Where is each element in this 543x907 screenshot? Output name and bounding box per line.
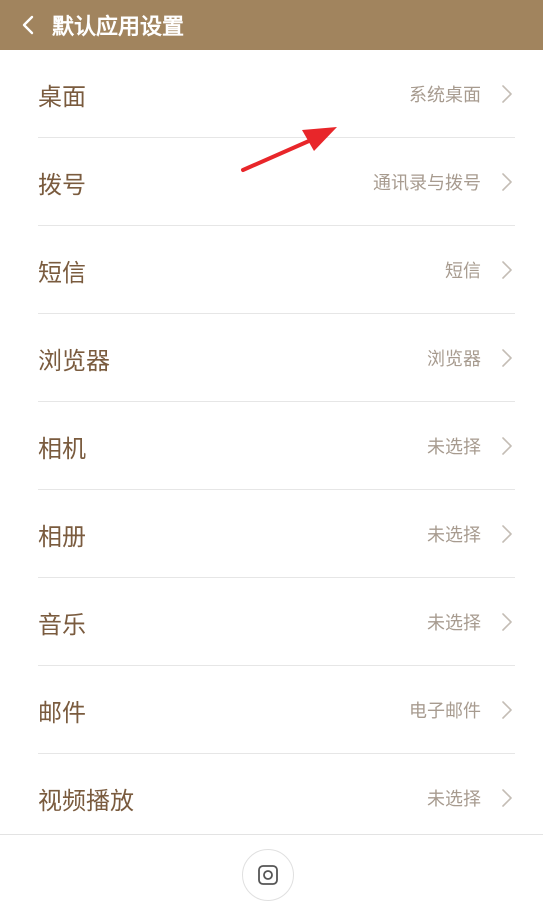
row-value: 浏览器 [427, 349, 481, 370]
chevron-right-icon [501, 84, 513, 104]
row-video-player[interactable]: 视频播放 未选择 [0, 754, 543, 842]
chevron-right-icon [501, 436, 513, 456]
row-label: 相机 [38, 434, 86, 463]
row-value: 电子邮件 [409, 701, 481, 722]
home-square-icon [258, 865, 278, 885]
row-dialer[interactable]: 拨号 通讯录与拨号 [0, 138, 543, 226]
chevron-right-icon [501, 172, 513, 192]
chevron-right-icon [501, 788, 513, 808]
header-bar: 默认应用设置 [0, 0, 543, 50]
row-music[interactable]: 音乐 未选择 [0, 578, 543, 666]
row-value: 系统桌面 [409, 85, 481, 106]
row-value: 短信 [445, 261, 481, 282]
row-value: 未选择 [427, 437, 481, 458]
row-label: 桌面 [38, 82, 86, 111]
row-label: 拨号 [38, 170, 86, 199]
row-label: 相册 [38, 522, 86, 551]
row-value: 通讯录与拨号 [373, 173, 481, 194]
row-label: 浏览器 [38, 346, 110, 375]
row-browser[interactable]: 浏览器 浏览器 [0, 314, 543, 402]
back-button[interactable] [0, 0, 56, 50]
row-gallery[interactable]: 相册 未选择 [0, 490, 543, 578]
row-sms[interactable]: 短信 短信 [0, 226, 543, 314]
row-label: 音乐 [38, 610, 86, 639]
default-apps-list: 桌面 系统桌面 拨号 通讯录与拨号 短信 短信 浏览器 浏览器 相机 未选择 相… [0, 50, 543, 842]
chevron-right-icon [501, 612, 513, 632]
page-title: 默认应用设置 [52, 15, 185, 40]
row-value: 未选择 [427, 525, 481, 546]
bottom-navigation-bar [0, 834, 543, 907]
chevron-right-icon [501, 700, 513, 720]
row-label: 邮件 [38, 698, 86, 727]
chevron-left-icon [22, 15, 34, 35]
chevron-right-icon [501, 348, 513, 368]
row-email[interactable]: 邮件 电子邮件 [0, 666, 543, 754]
row-label: 视频播放 [38, 786, 134, 815]
chevron-right-icon [501, 524, 513, 544]
row-desktop[interactable]: 桌面 系统桌面 [0, 50, 543, 138]
row-value: 未选择 [427, 613, 481, 634]
row-camera[interactable]: 相机 未选择 [0, 402, 543, 490]
row-value: 未选择 [427, 789, 481, 810]
home-button[interactable] [242, 849, 294, 901]
chevron-right-icon [501, 260, 513, 280]
row-label: 短信 [38, 258, 86, 287]
